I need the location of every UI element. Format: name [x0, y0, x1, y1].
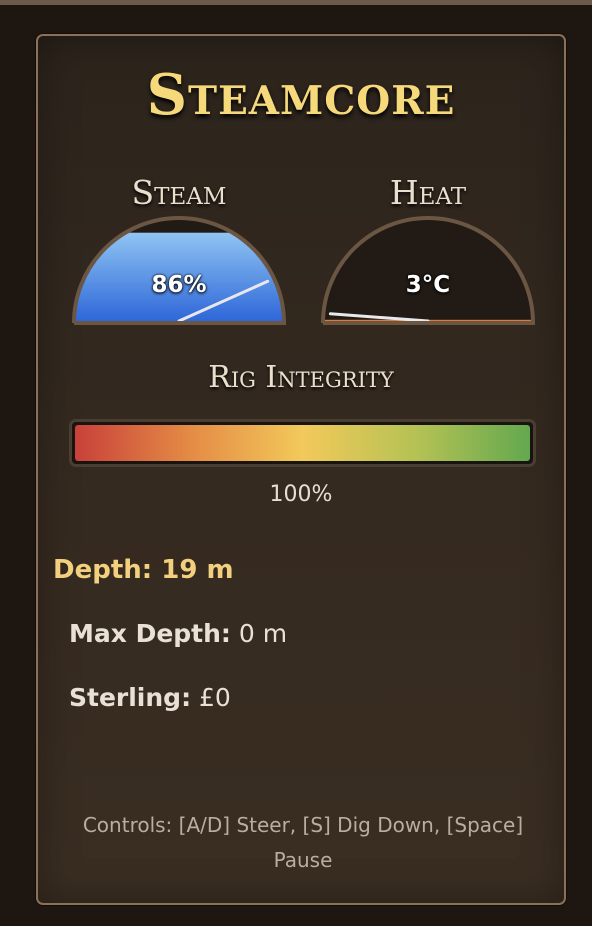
game-title: Steamcore	[146, 62, 456, 128]
steam-gauge-label: Steam	[131, 173, 227, 212]
depth-key: Depth:	[53, 555, 153, 585]
sterling-value: £0	[199, 683, 231, 712]
steam-gauge-value: 86%	[151, 272, 207, 298]
depth-stat: Depth: 19 m	[53, 555, 234, 585]
top-border-strip	[0, 0, 592, 5]
sterling-key: Sterling:	[69, 683, 192, 712]
rig-integrity-label: Rig Integrity	[208, 360, 394, 395]
controls-hint: Controls: [A/D] Steer, [S] Dig Down, [Sp…	[82, 813, 524, 872]
max-depth-value: 0 m	[238, 619, 288, 648]
hud-panel: Steamcore Steam 86% Heat 3°C Rig Integri…	[36, 34, 566, 905]
heat-gauge-value: 3°C	[405, 272, 451, 298]
heat-gauge-face	[323, 218, 533, 323]
max-depth-stat: Max Depth: 0 m	[69, 619, 287, 648]
rig-integrity-bar	[69, 419, 536, 467]
depth-value: 19 m	[161, 555, 234, 585]
sterling-stat: Sterling: £0	[69, 683, 231, 712]
heat-gauge-label: Heat	[389, 173, 467, 212]
rig-integrity-value: 100%	[269, 482, 333, 507]
max-depth-key: Max Depth:	[69, 619, 231, 648]
rig-integrity-fill	[75, 425, 530, 461]
